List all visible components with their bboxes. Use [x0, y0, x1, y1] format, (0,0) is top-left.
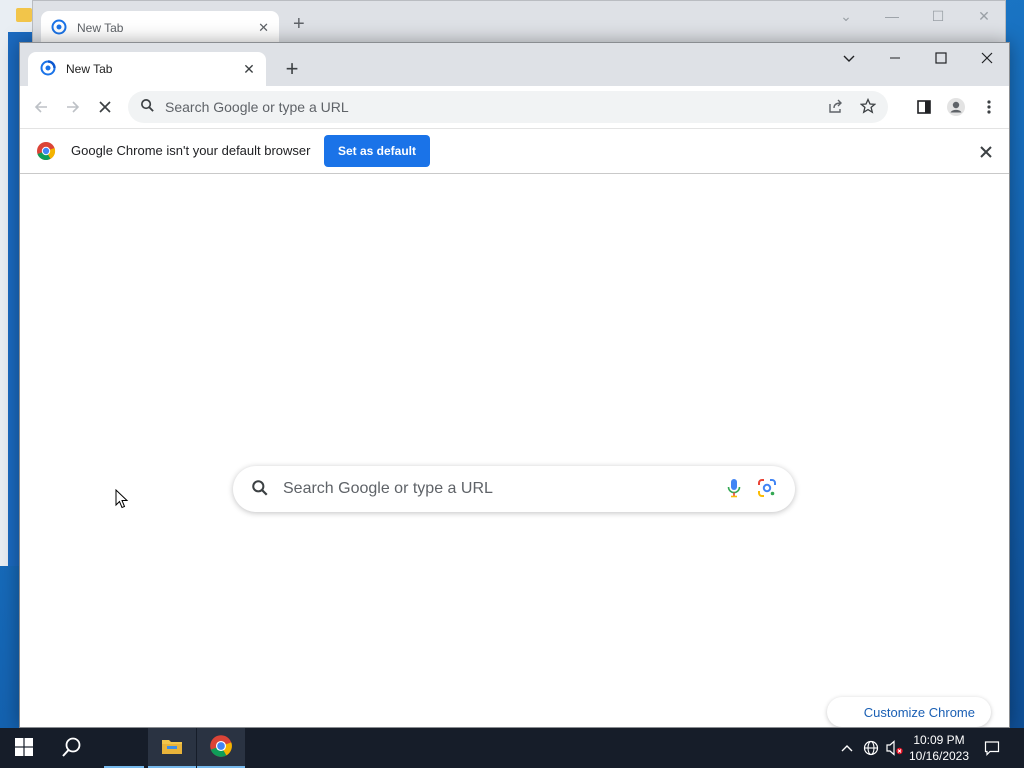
infobar-message: Google Chrome isn't your default browser: [71, 143, 311, 158]
taskbar-file-explorer[interactable]: [148, 728, 196, 768]
title-bar[interactable]: New Tab ✕ +: [20, 43, 1009, 86]
search-icon: [251, 479, 269, 500]
taskbar-clock[interactable]: 10:09 PM 10/16/2023: [906, 732, 972, 764]
ntp-search-box[interactable]: [233, 466, 795, 512]
browser-window: New Tab ✕ + Search Google or type a URL …: [19, 42, 1010, 728]
bookmark-star-icon[interactable]: [859, 97, 877, 117]
maximize-button[interactable]: [918, 43, 964, 73]
customize-chrome-button[interactable]: Customize Chrome: [827, 697, 991, 727]
background-tab[interactable]: New Tab ✕: [41, 11, 279, 45]
back-button[interactable]: [26, 92, 56, 122]
minimize-button[interactable]: [872, 43, 918, 73]
start-button[interactable]: [0, 728, 48, 768]
voice-search-mic-icon[interactable]: [727, 478, 741, 501]
close-tab-icon[interactable]: ✕: [258, 20, 269, 36]
more-menu-icon[interactable]: [974, 92, 1004, 122]
new-tab-page: Customize Chrome: [20, 174, 1009, 727]
tab-title: New Tab: [66, 62, 113, 76]
close-window-button[interactable]: [964, 43, 1009, 73]
search-icon: [61, 736, 83, 761]
tab-new-tab[interactable]: New Tab ✕: [28, 52, 266, 86]
volume-muted-icon[interactable]: [884, 728, 906, 768]
side-panel-icon[interactable]: [909, 92, 939, 122]
taskbar: 10:09 PM 10/16/2023: [0, 728, 1024, 768]
close-tab-icon[interactable]: ✕: [240, 60, 258, 78]
taskbar-task-view[interactable]: [104, 728, 144, 768]
search-icon: [140, 98, 155, 116]
taskbar-search-button[interactable]: [48, 728, 96, 768]
chrome-logo-icon: [209, 734, 233, 761]
toolbar: [20, 86, 1009, 128]
chevron-down-icon[interactable]: ⌄: [823, 1, 869, 31]
background-browser-window[interactable]: New Tab ✕ + ⌄ — ☐ ✕: [32, 0, 1006, 46]
new-tab-button[interactable]: +: [278, 55, 306, 83]
taskbar-chrome[interactable]: [197, 728, 245, 768]
mouse-cursor-icon: [115, 488, 129, 512]
maximize-button[interactable]: ☐: [915, 1, 961, 31]
close-window-button[interactable]: ✕: [961, 1, 1007, 31]
profile-avatar-icon[interactable]: [941, 92, 971, 122]
omnibox[interactable]: [128, 91, 888, 123]
default-browser-infobar: Google Chrome isn't your default browser…: [20, 128, 1009, 174]
file-explorer-folder-icon: [161, 737, 183, 758]
stop-loading-button[interactable]: [90, 92, 120, 122]
set-as-default-button[interactable]: Set as default: [324, 135, 430, 167]
show-hidden-icons-chevron-up-icon[interactable]: [836, 728, 858, 768]
background-tab-title: New Tab: [77, 21, 124, 35]
folder-icon: [16, 8, 32, 22]
new-tab-button[interactable]: +: [293, 13, 305, 36]
google-lens-icon[interactable]: [757, 478, 777, 501]
share-icon[interactable]: [828, 98, 844, 117]
action-center-notification-icon[interactable]: [980, 728, 1004, 768]
chrome-logo-icon: [36, 141, 56, 164]
windows-logo-icon: [15, 737, 33, 759]
clock-date: 10/16/2023: [908, 749, 970, 763]
forward-button[interactable]: [58, 92, 88, 122]
tab-search-chevron-down-icon[interactable]: [826, 43, 872, 73]
omnibox-input[interactable]: [165, 99, 828, 115]
clock-time: 10:09 PM: [913, 733, 965, 747]
chrome-loading-icon: [40, 59, 56, 79]
network-globe-icon[interactable]: [860, 728, 882, 768]
close-infobar-icon[interactable]: [975, 141, 997, 163]
ntp-search-input[interactable]: [283, 480, 727, 498]
chrome-loading-icon: [51, 19, 67, 38]
minimize-button[interactable]: —: [869, 1, 915, 31]
